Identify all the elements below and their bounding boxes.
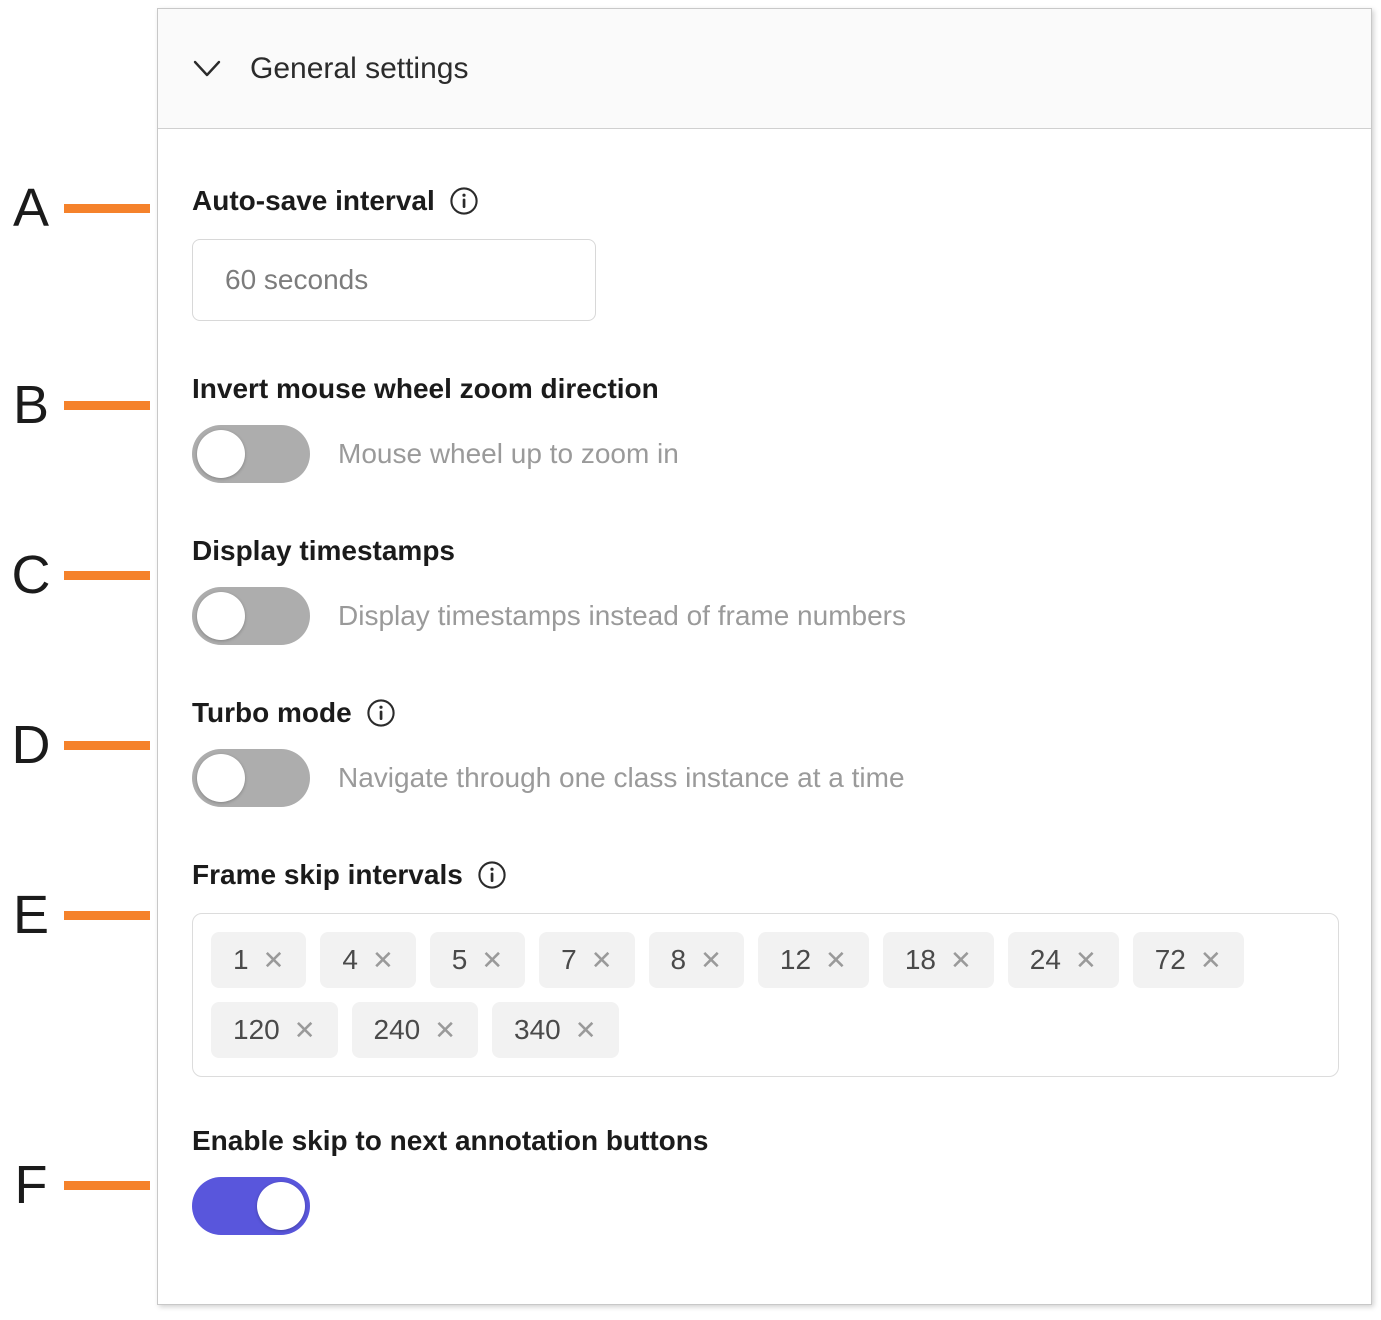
close-icon[interactable]: ✕: [263, 947, 285, 973]
settings-list: Auto-save interval 60 seconds Invert mou…: [158, 185, 1371, 1235]
frame-skip-chip[interactable]: 7 ✕: [539, 932, 635, 988]
frame-skip-chips-container: 1 ✕ 4 ✕ 5 ✕ 7 ✕ 8 ✕ 12 ✕ 18 ✕ 24 ✕ 72 ✕ 120 ✕ 240 ✕ 340 ✕: [192, 913, 1339, 1077]
setting-label: Enable skip to next annotation buttons: [192, 1125, 709, 1156]
close-icon[interactable]: ✕: [481, 947, 503, 973]
annotation-b: B: [0, 375, 200, 435]
setting-label: Invert mouse wheel zoom direction: [192, 373, 659, 404]
close-icon[interactable]: ✕: [1075, 947, 1097, 973]
frame-skip-chip[interactable]: 340 ✕: [492, 1002, 619, 1058]
setting-label: Display timestamps: [192, 535, 455, 566]
close-icon[interactable]: ✕: [825, 947, 847, 973]
invert-mouse-wheel-zoom-toggle[interactable]: [192, 425, 310, 483]
setting-turbo-mode: Turbo mode Navigate through one class in…: [192, 697, 1337, 807]
close-icon[interactable]: ✕: [372, 947, 394, 973]
general-settings-panel: General settings Auto-save interval 60 s…: [157, 8, 1372, 1305]
chip-value: 120: [233, 1014, 280, 1045]
annotation-letter: F: [14, 1155, 48, 1215]
close-icon[interactable]: ✕: [434, 1017, 456, 1043]
annotation-letter: E: [12, 885, 50, 945]
toggle-description: Navigate through one class instance at a…: [338, 762, 905, 793]
annotation-f: F: [0, 1155, 200, 1215]
chip-value: 18: [904, 944, 936, 975]
chip-value: 4: [342, 944, 358, 975]
toggle-knob: [197, 592, 245, 640]
toggle-row: [192, 1177, 1337, 1235]
frame-skip-chip[interactable]: 72 ✕: [1132, 932, 1244, 988]
annotation-letter: D: [11, 715, 51, 775]
close-icon[interactable]: ✕: [1200, 947, 1222, 973]
annotation-c: C: [0, 545, 200, 605]
close-icon[interactable]: ✕: [950, 947, 972, 973]
chip-value: 8: [670, 944, 687, 975]
info-icon[interactable]: [449, 186, 479, 216]
setting-label-row: Auto-save interval: [192, 185, 1337, 217]
close-icon[interactable]: ✕: [575, 1017, 597, 1043]
chip-value: 12: [779, 944, 812, 975]
frame-skip-chip[interactable]: 24 ✕: [1007, 932, 1119, 988]
setting-label-row: Invert mouse wheel zoom direction: [192, 373, 1337, 405]
section-title: General settings: [250, 51, 469, 85]
turbo-mode-toggle[interactable]: [192, 749, 310, 807]
frame-skip-chip[interactable]: 240 ✕: [351, 1002, 479, 1058]
chip-value: 24: [1029, 944, 1061, 975]
annotation-letter: A: [12, 178, 50, 238]
chip-value: 240: [373, 1014, 421, 1045]
chevron-down-icon[interactable]: [192, 54, 222, 84]
setting-label-row: Turbo mode: [192, 697, 1337, 729]
toggle-knob: [197, 754, 245, 802]
setting-label: Frame skip intervals: [192, 859, 463, 890]
toggle-description: Mouse wheel up to zoom in: [338, 438, 679, 469]
annotation-connector-line: [64, 740, 150, 750]
toggle-row: Mouse wheel up to zoom in: [192, 425, 1337, 483]
info-icon[interactable]: [366, 698, 396, 728]
setting-frame-skip-intervals: Frame skip intervals 1 ✕ 4 ✕ 5 ✕ 7 ✕ 8 ✕ 12 ✕ 18 ✕ 24 ✕…: [192, 859, 1339, 1077]
setting-label-row: Display timestamps: [192, 535, 1337, 567]
setting-label: Auto-save interval: [192, 185, 435, 216]
info-icon[interactable]: [477, 860, 507, 890]
chip-value: 72: [1154, 944, 1186, 975]
frame-skip-chip[interactable]: 120 ✕: [211, 1002, 338, 1058]
chip-value: 5: [451, 944, 468, 975]
chip-value: 1: [233, 944, 249, 975]
auto-save-interval-input[interactable]: 60 seconds: [192, 239, 596, 321]
annotation-connector-line: [64, 203, 150, 213]
annotation-e: E: [0, 885, 200, 945]
annotation-letter: B: [12, 375, 50, 435]
chip-value: 7: [561, 944, 577, 975]
toggle-row: Display timestamps instead of frame numb…: [192, 587, 1337, 645]
frame-skip-chip[interactable]: 12 ✕: [757, 932, 869, 988]
setting-display-timestamps: Display timestamps Display timestamps in…: [192, 535, 1337, 645]
annotation-connector-line: [64, 910, 150, 920]
auto-save-interval-placeholder: 60 seconds: [225, 264, 369, 295]
close-icon[interactable]: ✕: [700, 947, 722, 973]
close-icon[interactable]: ✕: [591, 947, 613, 973]
setting-label-row: Frame skip intervals: [192, 859, 1337, 891]
annotation-connector-line: [64, 570, 150, 580]
setting-auto-save-interval: Auto-save interval 60 seconds: [192, 185, 1337, 321]
frame-skip-chip[interactable]: 1 ✕: [211, 932, 307, 988]
frame-skip-chip[interactable]: 4 ✕: [320, 932, 416, 988]
toggle-knob: [257, 1182, 305, 1230]
frame-skip-chip[interactable]: 18 ✕: [882, 932, 994, 988]
frame-skip-chip[interactable]: 5 ✕: [429, 932, 526, 988]
setting-invert-mouse-wheel-zoom: Invert mouse wheel zoom direction Mouse …: [192, 373, 1337, 483]
annotation-a: A: [0, 178, 200, 238]
display-timestamps-toggle[interactable]: [192, 587, 310, 645]
annotation-connector-line: [64, 1180, 150, 1190]
setting-label-row: Enable skip to next annotation buttons: [192, 1125, 1337, 1157]
toggle-row: Navigate through one class instance at a…: [192, 749, 1337, 807]
toggle-description: Display timestamps instead of frame numb…: [338, 600, 906, 631]
annotation-letter: C: [11, 545, 51, 605]
annotation-d: D: [0, 715, 200, 775]
enable-skip-to-next-annotation-toggle[interactable]: [192, 1177, 310, 1235]
annotation-connector-line: [64, 400, 150, 410]
toggle-knob: [197, 430, 245, 478]
setting-enable-skip-to-next-annotation: Enable skip to next annotation buttons: [192, 1125, 1337, 1235]
frame-skip-chip[interactable]: 8 ✕: [648, 932, 744, 988]
close-icon[interactable]: ✕: [294, 1017, 316, 1043]
chip-value: 340: [514, 1014, 561, 1045]
general-settings-section-header[interactable]: General settings: [158, 9, 1371, 129]
setting-label: Turbo mode: [192, 697, 352, 728]
